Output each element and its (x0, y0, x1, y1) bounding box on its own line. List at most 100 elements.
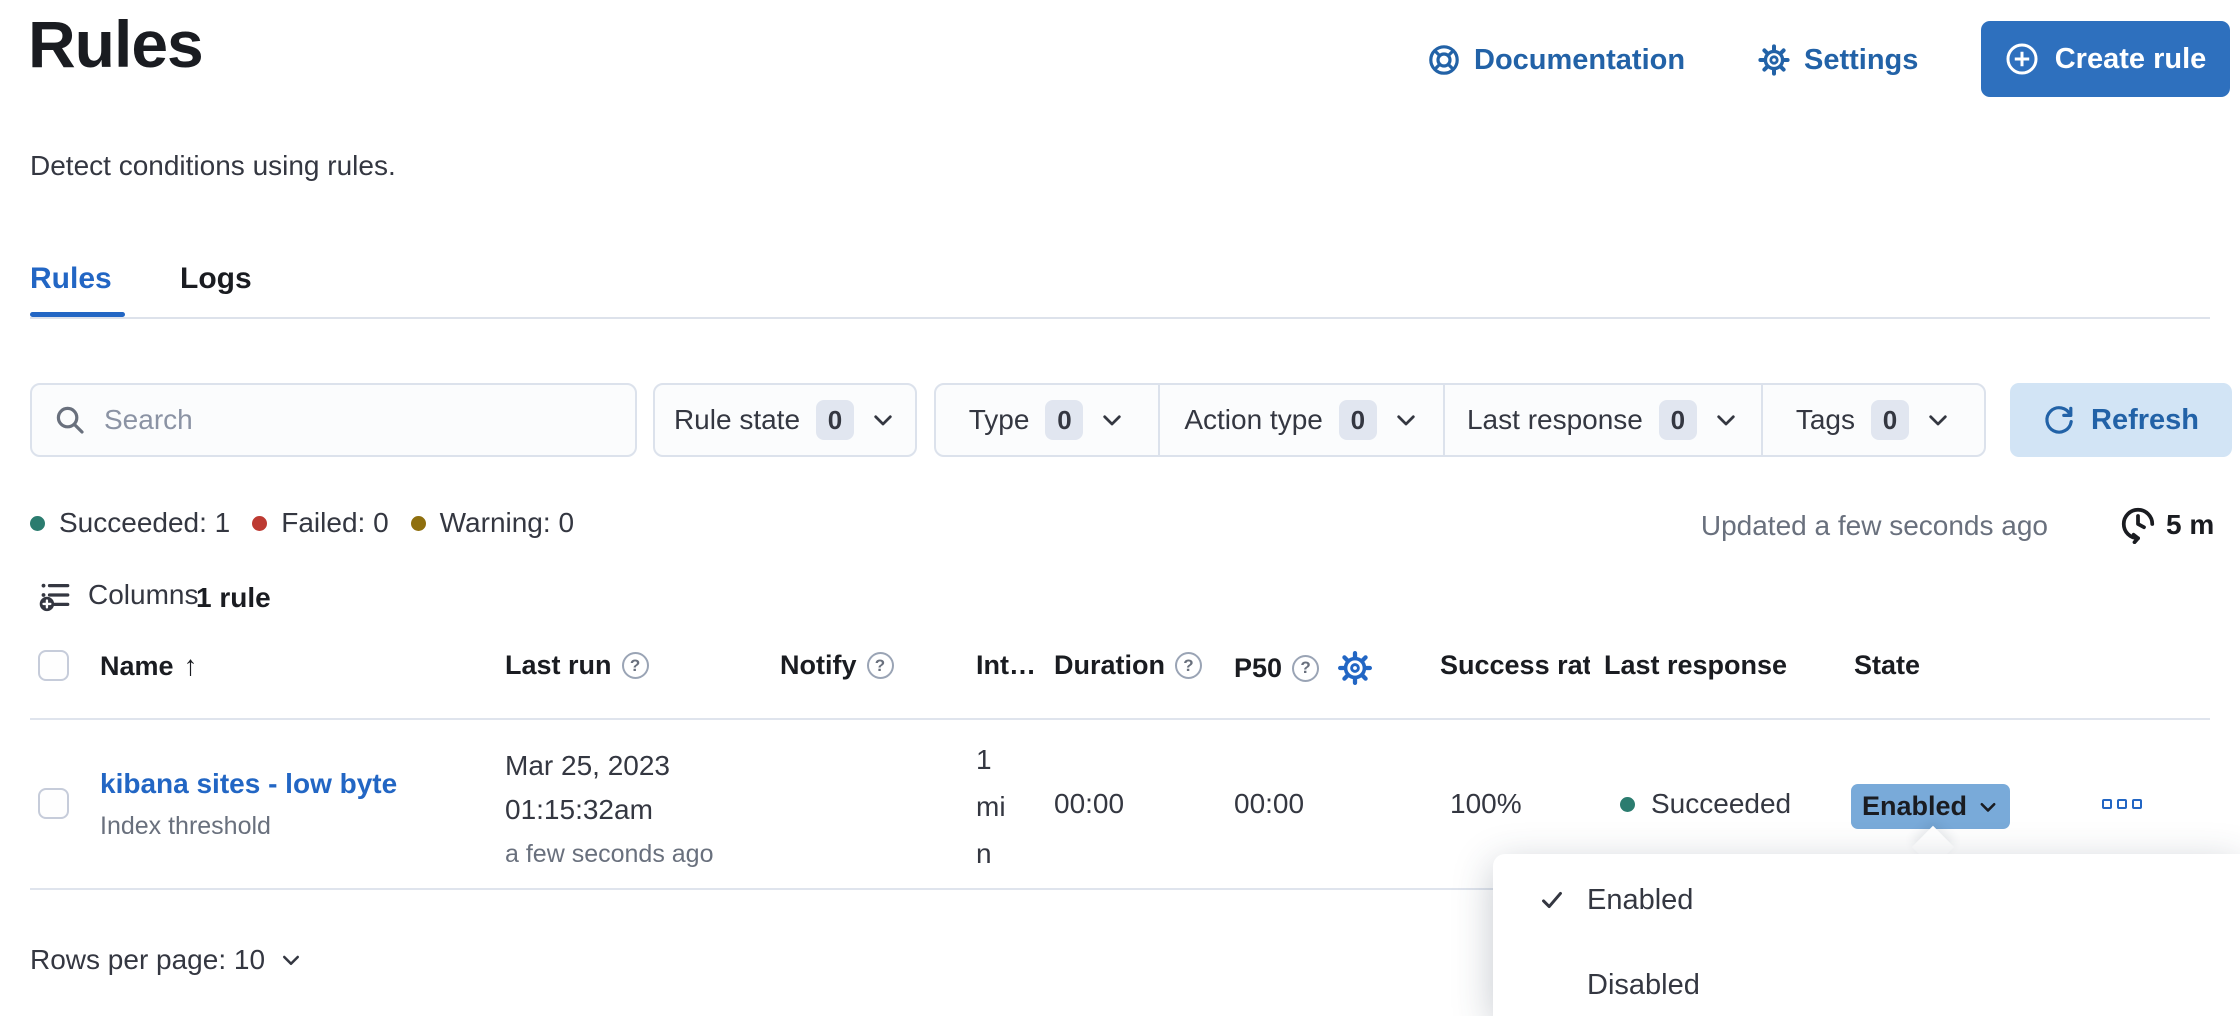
header-state[interactable]: State (1854, 650, 1920, 681)
filter-action-type-label: Action type (1184, 404, 1323, 436)
documentation-button[interactable]: Documentation (1428, 36, 1685, 84)
chevron-down-icon (1977, 796, 1999, 818)
help-icon[interactable]: ? (622, 652, 649, 679)
header-notify[interactable]: Notify ? (780, 650, 894, 681)
succeeded-dot (30, 516, 45, 531)
chevron-down-icon (1393, 407, 1419, 433)
filter-type[interactable]: Type 0 (936, 385, 1158, 455)
rule-name-link[interactable]: kibana sites - low byte (100, 768, 400, 800)
time-refresh-icon[interactable] (2118, 504, 2158, 544)
header-last-response[interactable]: Last response (1604, 650, 1787, 681)
state-dropdown-badge[interactable]: Enabled (1851, 784, 2010, 829)
filter-rule-state[interactable]: Rule state 0 (655, 385, 915, 455)
tabs-divider (30, 317, 2210, 319)
rows-per-page-button[interactable]: Rows per page: 10 (30, 944, 303, 976)
row-checkbox[interactable] (38, 788, 69, 819)
select-all-checkbox[interactable] (38, 650, 69, 681)
rule-count: 1 rule (196, 582, 271, 614)
chevron-down-icon (1925, 407, 1951, 433)
header-interval-label: Int… (976, 650, 1036, 681)
header-state-label: State (1854, 650, 1920, 681)
filter-group-main: Type 0 Action type 0 Last response 0 Tag… (934, 383, 1986, 457)
chevron-down-icon (1099, 407, 1125, 433)
status-summary: Succeeded: 1 Failed: 0 Warning: 0 (30, 505, 574, 541)
header-last-response-label: Last response (1604, 650, 1787, 681)
filter-type-count: 0 (1045, 400, 1083, 440)
header-success-rate-label: Success rate (1440, 650, 1590, 681)
create-rule-button[interactable]: Create rule (1981, 21, 2230, 97)
header-p50[interactable]: P50 ? (1234, 650, 1373, 686)
duration-cell: 00:00 (1054, 788, 1124, 820)
create-rule-label: Create rule (2055, 43, 2207, 76)
filter-action-type-count: 0 (1339, 400, 1377, 440)
boxes-horizontal-icon (2132, 799, 2142, 809)
rule-type-label: Index threshold (100, 812, 271, 841)
header-duration[interactable]: Duration ? (1054, 650, 1202, 681)
filter-rule-state-label: Rule state (674, 404, 800, 436)
tab-logs[interactable]: Logs (180, 262, 252, 296)
p50-cell: 00:00 (1234, 788, 1304, 820)
updated-timestamp: Updated a few seconds ago (1701, 510, 2048, 542)
sort-ascending-icon: ↑ (184, 650, 198, 682)
failed-dot (252, 516, 267, 531)
check-icon (1537, 885, 1567, 915)
search-box[interactable] (30, 383, 637, 457)
check-slot-empty (1537, 970, 1567, 1000)
warning-label: Warning: 0 (440, 507, 574, 539)
state-badge-label: Enabled (1862, 791, 1967, 822)
header-divider (30, 718, 2210, 720)
help-icon[interactable]: ? (1292, 655, 1319, 682)
header-name[interactable]: Name ↑ (100, 650, 198, 682)
page-title: Rules (28, 6, 203, 82)
legend-warning: Warning: 0 (411, 507, 574, 539)
popover-option-enabled[interactable]: Enabled (1493, 874, 2240, 926)
state-popover: Enabled Disabled (1493, 854, 2240, 1016)
columns-label: Columns (88, 579, 198, 611)
plus-circle-icon (2005, 42, 2039, 76)
search-input[interactable] (102, 403, 626, 437)
filter-rule-state-count: 0 (816, 400, 854, 440)
last-response-cell: Succeeded (1620, 788, 1791, 820)
refresh-button[interactable]: Refresh (2010, 383, 2232, 457)
refresh-icon (2043, 404, 2075, 436)
percentile-settings-gear-icon[interactable] (1337, 650, 1373, 686)
header-duration-label: Duration (1054, 650, 1165, 681)
last-run-time: 01:15:32am (505, 788, 713, 832)
search-icon (54, 404, 86, 436)
documentation-label: Documentation (1474, 44, 1685, 77)
page-subtitle: Detect conditions using rules. (30, 150, 396, 182)
legend-succeeded: Succeeded: 1 (30, 507, 230, 539)
filter-last-response-count: 0 (1659, 400, 1697, 440)
filter-action-type[interactable]: Action type 0 (1158, 385, 1443, 455)
settings-label: Settings (1804, 44, 1918, 77)
header-notify-label: Notify (780, 650, 857, 681)
popover-option-disabled[interactable]: Disabled (1493, 959, 2240, 1011)
filter-tags[interactable]: Tags 0 (1761, 385, 1984, 455)
auto-refresh-interval[interactable]: 5 m (2166, 509, 2214, 541)
chevron-down-icon (870, 407, 896, 433)
filter-last-response[interactable]: Last response 0 (1443, 385, 1761, 455)
last-response-label: Succeeded (1651, 788, 1791, 820)
chevron-down-icon (279, 948, 303, 972)
filter-group-rule-state: Rule state 0 (653, 383, 917, 457)
help-icon[interactable]: ? (867, 652, 894, 679)
succeeded-status-dot (1620, 797, 1635, 812)
row-actions-button[interactable] (2102, 799, 2142, 809)
last-run-cell: Mar 25, 2023 01:15:32am a few seconds ag… (505, 744, 713, 876)
help-ring-icon (1428, 44, 1460, 76)
header-interval[interactable]: Int… (976, 650, 1036, 681)
boxes-horizontal-icon (2102, 799, 2112, 809)
columns-button[interactable]: Columns (38, 578, 198, 612)
help-icon[interactable]: ? (1175, 652, 1202, 679)
tab-rules[interactable]: Rules (30, 262, 112, 296)
header-p50-label: P50 (1234, 653, 1282, 684)
column-options-icon (38, 578, 72, 612)
filter-tags-label: Tags (1796, 404, 1855, 436)
header-success-rate[interactable]: Success rate (1440, 650, 1590, 681)
header-last-run-label: Last run (505, 650, 612, 681)
filter-last-response-label: Last response (1467, 404, 1643, 436)
refresh-label: Refresh (2091, 404, 2199, 437)
settings-button[interactable]: Settings (1758, 36, 1918, 84)
warning-dot (411, 516, 426, 531)
header-last-run[interactable]: Last run ? (505, 650, 649, 681)
